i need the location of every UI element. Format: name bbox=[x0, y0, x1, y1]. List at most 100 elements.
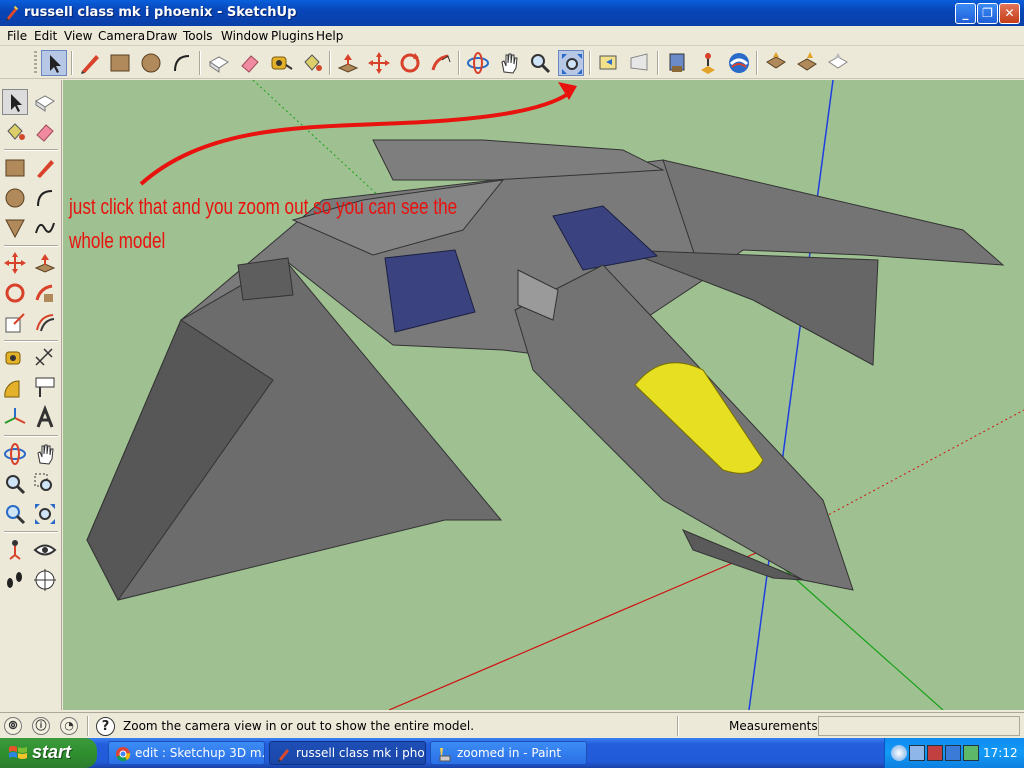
system-tray: 17:12 bbox=[884, 738, 1024, 768]
rectangle-tool-icon[interactable] bbox=[2, 155, 28, 181]
drawing-area[interactable]: just click that and you zoom out so you … bbox=[63, 80, 1024, 710]
pan-tool-icon[interactable] bbox=[32, 441, 58, 467]
push-pull-tool-icon[interactable] bbox=[32, 250, 58, 276]
next-view-icon[interactable] bbox=[627, 50, 653, 76]
taskbar-item-paint[interactable]: zoomed in - Paint bbox=[430, 741, 587, 765]
toolbar-grip[interactable] bbox=[34, 51, 37, 75]
model-scene[interactable] bbox=[63, 80, 1024, 710]
geo-location-icon[interactable]: ⦾ bbox=[4, 717, 22, 735]
freehand-tool-icon[interactable] bbox=[32, 215, 58, 241]
measurements-input[interactable] bbox=[818, 716, 1020, 736]
paint-icon bbox=[439, 748, 451, 762]
menu-camera[interactable]: Camera bbox=[98, 29, 145, 43]
menu-edit[interactable]: Edit bbox=[34, 29, 57, 43]
credits-icon[interactable]: ⓘ bbox=[32, 717, 50, 735]
arc-tool-icon[interactable] bbox=[32, 185, 58, 211]
rectangle-icon[interactable] bbox=[107, 50, 133, 76]
rotate-icon[interactable] bbox=[397, 50, 423, 76]
move-icon[interactable] bbox=[366, 50, 392, 76]
get-models-icon[interactable] bbox=[763, 50, 789, 76]
sketchup-window: russell class mk i phoenix - SketchUp _ … bbox=[0, 0, 1024, 768]
display-icon[interactable] bbox=[945, 745, 961, 761]
previous-view-icon[interactable] bbox=[596, 50, 622, 76]
status-divider bbox=[87, 716, 89, 736]
paint-bucket-icon[interactable] bbox=[299, 50, 325, 76]
start-button[interactable]: start bbox=[0, 738, 97, 768]
follow-me-icon[interactable] bbox=[428, 50, 454, 76]
network-icon[interactable] bbox=[909, 745, 925, 761]
follow-me-tool-icon[interactable] bbox=[32, 280, 58, 306]
zoom-icon[interactable] bbox=[527, 50, 553, 76]
menu-tools[interactable]: Tools bbox=[183, 29, 213, 43]
task-label: edit : Sketchup 3D m... bbox=[135, 746, 265, 760]
clock: 17:12 bbox=[983, 746, 1018, 760]
menu-file[interactable]: File bbox=[7, 29, 27, 43]
menu-view[interactable]: View bbox=[64, 29, 92, 43]
get-current-view-icon[interactable] bbox=[726, 50, 752, 76]
look-around-tool-icon[interactable] bbox=[32, 537, 58, 563]
main-toolbar bbox=[0, 47, 1024, 79]
eraser-icon[interactable] bbox=[237, 50, 263, 76]
move-tool-icon[interactable] bbox=[2, 250, 28, 276]
menu-plugins[interactable]: Plugins bbox=[271, 29, 314, 43]
blue-axis bbox=[748, 80, 834, 710]
pencil-icon[interactable] bbox=[77, 50, 103, 76]
user-icon[interactable]: ◔ bbox=[60, 717, 78, 735]
zoom-extents-tool-icon[interactable] bbox=[32, 501, 58, 527]
google-earth-snapshot-icon[interactable] bbox=[664, 50, 690, 76]
taskbar-item-sketchup[interactable]: russell class mk i phoe... bbox=[269, 741, 426, 765]
toolbar-separator bbox=[4, 245, 58, 247]
scale-tool-icon[interactable] bbox=[2, 310, 28, 336]
circle-tool-icon[interactable] bbox=[2, 185, 28, 211]
axes-tool-icon[interactable] bbox=[2, 405, 28, 431]
title-bar: russell class mk i phoenix - SketchUp _ … bbox=[0, 0, 1024, 26]
dimension-tool-icon[interactable] bbox=[32, 345, 58, 371]
menu-window[interactable]: Window bbox=[221, 29, 268, 43]
section-plane-tool-icon[interactable] bbox=[32, 567, 58, 593]
taskbar-item-chrome[interactable]: edit : Sketchup 3D m... bbox=[108, 741, 265, 765]
paint-bucket-tool-icon[interactable] bbox=[2, 119, 28, 145]
select-tool-icon[interactable] bbox=[2, 89, 28, 115]
menu-help[interactable]: Help bbox=[316, 29, 343, 43]
3d-text-tool-icon[interactable] bbox=[32, 404, 58, 431]
sketchup-icon bbox=[278, 749, 289, 762]
offset-tool-icon[interactable] bbox=[32, 310, 58, 336]
line-tool-icon[interactable] bbox=[32, 155, 58, 181]
chrome-icon bbox=[116, 747, 131, 762]
toolbar-separator bbox=[71, 51, 73, 75]
select-icon[interactable] bbox=[41, 50, 67, 76]
share-component-icon[interactable] bbox=[825, 50, 851, 76]
push-pull-icon[interactable] bbox=[335, 50, 361, 76]
circle-icon[interactable] bbox=[138, 50, 164, 76]
orbit-tool-icon[interactable] bbox=[2, 441, 28, 467]
close-button[interactable]: ✕ bbox=[999, 3, 1020, 24]
eraser-tool-icon[interactable] bbox=[32, 119, 58, 145]
maximize-button[interactable]: ❐ bbox=[977, 3, 998, 24]
previous-tool-icon[interactable] bbox=[2, 501, 28, 527]
orbit-icon[interactable] bbox=[465, 50, 491, 76]
tape-measure-icon[interactable] bbox=[268, 50, 294, 76]
sketchup-app-icon[interactable] bbox=[4, 5, 20, 21]
tape-measure-tool-icon[interactable] bbox=[2, 345, 28, 371]
position-camera-tool-icon[interactable] bbox=[2, 537, 28, 563]
security-icon[interactable] bbox=[927, 745, 943, 761]
protractor-tool-icon[interactable] bbox=[2, 375, 28, 401]
text-tool-icon[interactable] bbox=[32, 375, 58, 401]
menu-draw[interactable]: Draw bbox=[146, 29, 177, 43]
zoom-extents-icon[interactable] bbox=[558, 50, 584, 76]
pan-icon[interactable] bbox=[496, 50, 522, 76]
help-icon[interactable]: ? bbox=[96, 717, 115, 736]
zoom-tool-icon[interactable] bbox=[2, 471, 28, 497]
minimize-button[interactable]: _ bbox=[955, 3, 976, 24]
place-model-icon[interactable] bbox=[695, 50, 721, 76]
share-model-icon[interactable] bbox=[794, 50, 820, 76]
zoom-window-tool-icon[interactable] bbox=[32, 471, 58, 497]
arc-icon[interactable] bbox=[169, 50, 195, 76]
rotate-tool-icon[interactable] bbox=[2, 280, 28, 306]
walk-tool-icon[interactable] bbox=[2, 567, 28, 593]
make-component-tool-icon[interactable] bbox=[32, 89, 58, 115]
make-component-icon[interactable] bbox=[206, 50, 232, 76]
polygon-tool-icon[interactable] bbox=[2, 215, 28, 241]
tray-back-icon[interactable] bbox=[891, 745, 907, 761]
update-icon[interactable] bbox=[963, 745, 979, 761]
